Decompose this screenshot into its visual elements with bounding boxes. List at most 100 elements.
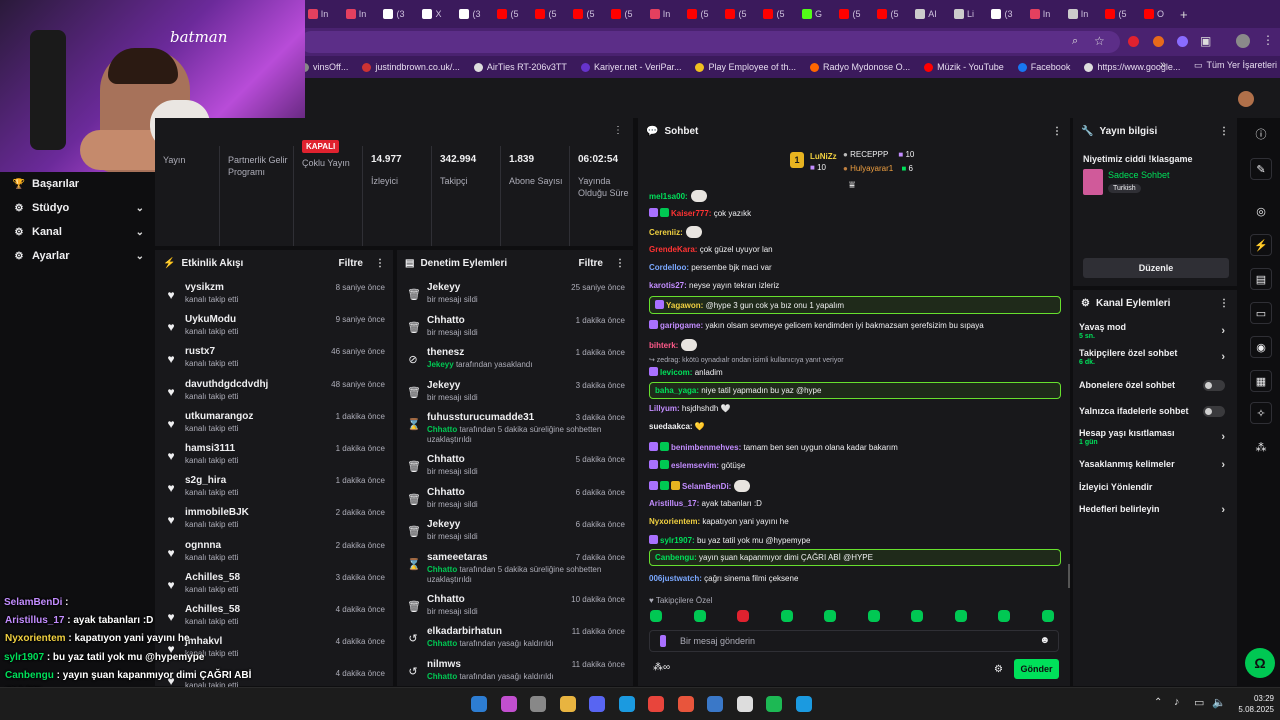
follower-name[interactable]: UykuModu xyxy=(185,314,236,325)
chat-username[interactable]: bihterk: xyxy=(649,341,678,350)
emote-icon[interactable] xyxy=(650,610,662,622)
follower-name[interactable]: Achilles_58 xyxy=(185,604,240,615)
browser-tab[interactable]: X xyxy=(414,3,450,25)
taskbar-app-icon[interactable] xyxy=(648,696,664,712)
omnibox[interactable] xyxy=(300,31,1120,53)
moderation-row[interactable]: 🗑 Jekeyy bir mesajı sildi 25 saniye önce xyxy=(397,279,633,311)
moderated-user[interactable]: Chhatto xyxy=(427,487,465,498)
all-bookmarks[interactable]: ▭ Tüm Yer İşaretleri xyxy=(1194,60,1277,71)
system-clock[interactable]: 03:29 5.08.2025 xyxy=(1222,693,1274,715)
moderated-user[interactable]: Jekeyy xyxy=(427,519,460,530)
stream-category[interactable]: Sadece Sohbet xyxy=(1108,170,1170,180)
moderated-user[interactable]: Chhatto xyxy=(427,594,465,605)
emote-icon[interactable] xyxy=(1041,610,1054,622)
channel-actions-menu-icon[interactable]: ⋮ xyxy=(1219,298,1229,309)
zoom-icon[interactable]: ⌕ xyxy=(1072,35,1078,48)
moderation-row[interactable]: 🗑 Chhatto bir mesajı sildi 6 dakika önce xyxy=(397,484,633,516)
activity-row[interactable]: ♥ ognnna kanalı takip etti 2 dakika önce xyxy=(155,537,393,569)
channel-action-item[interactable]: Takipçilere özel sohbet 6 dk. › xyxy=(1079,348,1231,366)
chat-username[interactable]: baha_yaga: xyxy=(655,386,699,395)
bookmark-item[interactable]: Facebook xyxy=(1017,62,1070,72)
browser-tab[interactable]: In xyxy=(300,3,336,25)
activity-filter-button[interactable]: Filtre xyxy=(339,258,363,269)
chat-username[interactable]: karotis27: xyxy=(649,281,687,290)
moderation-row[interactable]: 🗑 Chhatto bir mesajı sildi 10 dakika önce xyxy=(397,591,633,623)
taskbar-app-icon[interactable] xyxy=(530,696,546,712)
moderation-row[interactable]: ⌛ fuhussturucumadde31 Chhatto tarafından 5… xyxy=(397,409,633,451)
chat-username[interactable]: Cordelloo: xyxy=(649,263,689,272)
moderated-user[interactable]: sameeetaras xyxy=(427,552,488,563)
moderator-name[interactable]: Chhatto xyxy=(427,565,457,574)
taskbar-app-icon[interactable] xyxy=(500,696,517,712)
channel-action-item[interactable]: İzleyici Yönlendir xyxy=(1079,482,1231,492)
display-icon[interactable]: ▭ xyxy=(1194,696,1204,709)
chat-message[interactable]: eslemsevim: götüşe xyxy=(649,460,1061,470)
chat-message[interactable]: baha_yaga: niye tatil yapmadın bu yaz @h… xyxy=(649,382,1061,399)
stream-tag[interactable]: Turkish xyxy=(1108,184,1141,193)
taskbar-app-icon[interactable] xyxy=(618,696,635,712)
extension-icon[interactable] xyxy=(1177,36,1188,47)
taskbar-app-icon[interactable] xyxy=(589,696,605,712)
taskbar-app-icon[interactable] xyxy=(677,696,694,712)
chat-username[interactable]: Lillyum: xyxy=(649,404,680,413)
emote-icon[interactable] xyxy=(780,610,793,622)
chat-username[interactable]: Aristillus_17: xyxy=(649,499,699,508)
browser-tab[interactable]: (5 xyxy=(718,3,754,25)
edit-button[interactable]: Düzenle xyxy=(1083,258,1229,278)
chat-message[interactable]: levicom: anladim xyxy=(649,367,1061,377)
chat-message[interactable]: bihterk: xyxy=(649,339,1061,351)
follower-name[interactable]: utkumarangoz xyxy=(185,411,253,422)
chat-settings-icon[interactable]: ⚙ xyxy=(994,664,1003,675)
info-icon[interactable]: ⓘ xyxy=(1250,123,1272,145)
sidebar-item-1[interactable]: ⚙ Stüdyo ⌄ xyxy=(12,197,144,219)
camera-icon[interactable]: ◎ xyxy=(1250,200,1272,222)
chat-bubble-icon[interactable]: ▭ xyxy=(1250,302,1272,324)
activity-row[interactable]: ♥ Achilles_58 kanalı takip etti 4 dakika ön… xyxy=(155,601,393,633)
browser-tab[interactable]: (3 xyxy=(984,3,1020,25)
stats-menu-icon[interactable]: ⋮ xyxy=(613,125,623,136)
emote-icon[interactable] xyxy=(998,610,1010,622)
activity-row[interactable]: ♥ rustx7 kanalı takip etti 46 saniye önce xyxy=(155,343,393,375)
broadcast-icon[interactable]: ◉ xyxy=(1250,336,1272,358)
chat-username[interactable]: 006justwatch: xyxy=(649,574,702,583)
browser-tab[interactable]: (5 xyxy=(566,3,602,25)
follower-name[interactable]: immobileBJK xyxy=(185,507,249,518)
browser-tab[interactable]: (3 xyxy=(376,3,412,25)
chat-username[interactable]: GrendeKara: xyxy=(649,245,697,254)
toggle-switch[interactable] xyxy=(1203,406,1225,417)
wrench-icon[interactable]: ✧ xyxy=(1250,402,1272,424)
moderation-row[interactable]: ↺ elkadarbirhatun Chhatto tarafından yasağ… xyxy=(397,623,633,655)
emote-icon[interactable] xyxy=(824,610,836,622)
browser-tab[interactable]: (5 xyxy=(1098,3,1134,25)
leaderboard-first[interactable]: LuNiZz xyxy=(810,152,837,161)
chat-message[interactable]: Cordelloo: persembe bjk maci var xyxy=(649,263,1061,272)
taskbar-app-icon[interactable] xyxy=(471,696,487,712)
emote-icon[interactable] xyxy=(737,610,749,622)
chat-username[interactable]: Canbengu: xyxy=(655,553,697,562)
moderation-row[interactable]: 🗑 Jekeyy bir mesajı sildi 6 dakika önce xyxy=(397,516,633,548)
chat-username[interactable]: benimbenmehves: xyxy=(671,443,741,452)
chat-message[interactable]: Canbengu: yayın şuan kapanmıyor dimi ÇAĞ… xyxy=(649,549,1061,566)
channel-action-item[interactable]: Yalnızca ifadelerle sohbet xyxy=(1079,406,1231,417)
browser-tab[interactable]: G xyxy=(794,3,830,25)
chat-username[interactable]: Yagawon: xyxy=(666,301,703,310)
taskbar-app-icon[interactable] xyxy=(559,696,576,712)
bookmarks-more-icon[interactable]: » xyxy=(1160,59,1166,71)
moderation-row[interactable]: ↺ nilmws Chhatto tarafından yasağı kaldırı… xyxy=(397,656,633,688)
activity-row[interactable]: ♥ davuthdgdcdvdhj kanalı takip etti 48 sani… xyxy=(155,376,393,408)
leaderboard-second[interactable]: ● RECEPPP ■ 10 xyxy=(843,150,914,159)
chat-message[interactable]: sylr1907: bu yaz tatil yok mu @hypemype xyxy=(649,535,1061,545)
browser-tab[interactable]: In xyxy=(338,3,374,25)
bookmark-item[interactable]: AirTies RT-206v3TT xyxy=(473,62,567,72)
activity-menu-icon[interactable]: ⋮ xyxy=(375,258,385,269)
activity-row[interactable]: ♥ s2g_hira kanalı takip etti 1 dakika önce xyxy=(155,472,393,504)
sidebar-item-3[interactable]: ⚙ Ayarlar ⌄ xyxy=(12,245,144,267)
channel-action-item[interactable]: Yavaş mod 5 sn. › xyxy=(1079,322,1231,340)
chat-username[interactable]: eslemsevim: xyxy=(671,461,719,470)
bookmark-item[interactable]: justindbrown.co.uk/... xyxy=(362,62,460,72)
chat-username[interactable]: SelamBenDi: xyxy=(682,482,731,491)
bookmark-item[interactable]: Radyo Mydonose O... xyxy=(810,62,910,72)
people-icon[interactable]: ⁂ xyxy=(1250,436,1272,458)
moderator-name[interactable]: Chhatto xyxy=(427,425,457,434)
chat-message[interactable]: Aristillus_17: ayak tabanları :D xyxy=(649,499,1061,508)
